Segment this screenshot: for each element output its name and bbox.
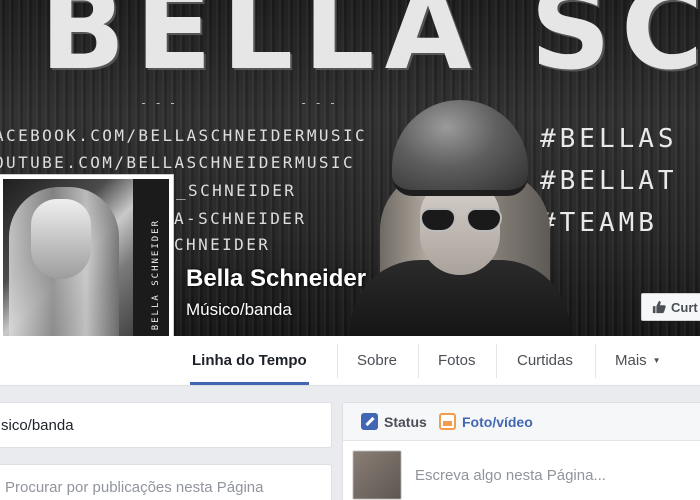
like-button-label: Curt [671,299,698,315]
cover-artist-figure [350,100,570,336]
cover-social-line: CHNEIDER [174,235,271,254]
figure-sunglasses [420,208,504,234]
tab-more[interactable]: Mais ▼ [613,336,663,385]
cover-social-line: _SCHNEIDER [176,181,297,200]
pencil-icon [361,413,378,430]
cover-social-line: OUTUBE.COM/BELLASCHNEIDERMUSIC [0,153,355,172]
tab-timeline[interactable]: Linha do Tempo [190,336,309,385]
thumbs-up-icon [652,300,666,314]
profile-picture-image: BELLA SCHNEIDER [3,179,169,361]
composer-tab-photo-video[interactable]: Foto/vídeo [439,413,533,430]
avatar [353,451,401,499]
tab-photos[interactable]: Fotos [436,336,478,385]
page-title[interactable]: Bella Schneider [186,265,366,293]
nav-separator [496,344,497,378]
tab-likes[interactable]: Curtidas [515,336,575,385]
cover-dashes: - - - [140,96,177,110]
cover-social-line: ACEBOOK.COM/BELLASCHNEIDERMUSIC [0,126,368,145]
post-composer: Status Foto/vídeo Escreva algo nesta Pág… [342,402,700,500]
cover-dashes: - - - [300,96,337,110]
tab-about[interactable]: Sobre [355,336,399,385]
page-category[interactable]: Músico/banda [186,300,292,320]
nav-separator [595,344,596,378]
about-category-text[interactable]: sico/banda [1,417,74,434]
composer-tab-status[interactable]: Status [361,413,427,430]
composer-tab-photo-label: Foto/vídeo [462,413,533,430]
chevron-down-icon: ▼ [652,356,661,366]
composer-tab-status-label: Status [384,413,427,430]
page-post-search[interactable]: Procurar por publicações nesta Página [0,464,332,500]
profile-face [31,199,91,279]
nav-separator [337,344,338,378]
profile-vertical-text: BELLA SCHNEIDER [151,219,161,331]
tab-more-label: Mais [615,352,647,369]
about-card: sico/banda [0,402,332,448]
like-button[interactable]: Curt [641,293,700,321]
search-input[interactable]: Procurar por publicações nesta Página [5,479,264,496]
composer-tabs: Status Foto/vídeo [343,403,700,441]
page-nav-bar: Linha do Tempo Sobre Fotos Curtidas Mais… [0,336,700,386]
photo-icon [439,413,456,430]
nav-separator [418,344,419,378]
figure-helmet [392,100,528,196]
cover-social-line: A-SCHNEIDER [174,209,307,228]
cover-title-text: BELLA SCHNEIDER [40,0,700,95]
composer-input[interactable]: Escreva algo nesta Página... [415,467,606,484]
